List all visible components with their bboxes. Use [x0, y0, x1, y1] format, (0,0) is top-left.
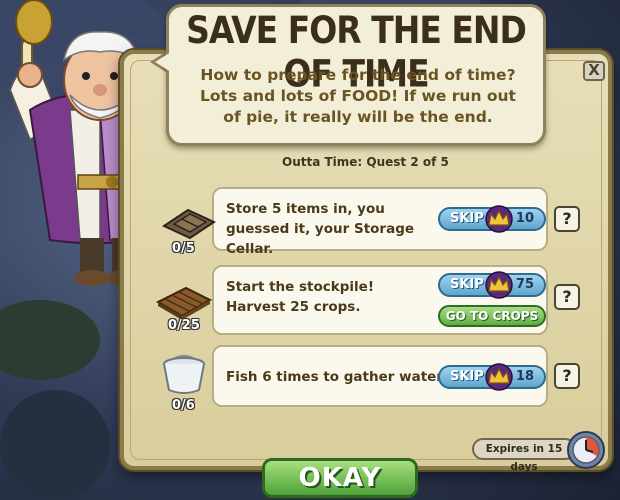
help-button[interactable]: ?	[554, 363, 580, 389]
skip-label: SKIP	[450, 369, 484, 384]
skip-cost: 75	[515, 277, 534, 292]
skip-cost: 10	[515, 211, 534, 226]
go-to-crops-button[interactable]: GO TO CROPS	[438, 305, 546, 327]
task-count: 0/5	[172, 241, 195, 256]
quest-progress: Outta Time: Quest 2 of 5	[282, 155, 449, 169]
task-description: Start the stockpile! Harvest 25 crops.	[226, 279, 374, 315]
crown-icon	[485, 205, 513, 233]
quest-message: How to prepare for the end of time? Lots…	[200, 66, 516, 126]
task-description: Fish 6 times to gather water.	[226, 369, 447, 385]
clock-icon	[567, 431, 605, 469]
background-shrub	[0, 300, 100, 380]
skip-button[interactable]: SKIP 75	[438, 271, 546, 299]
okay-button[interactable]: OKAY	[262, 458, 418, 498]
close-button[interactable]: X	[583, 61, 605, 81]
storage-cellar-icon	[161, 208, 216, 240]
skip-label: SKIP	[450, 277, 484, 292]
water-bucket-icon	[163, 355, 205, 394]
task-row: Start the stockpile! Harvest 25 crops. S…	[212, 265, 548, 335]
skip-label: SKIP	[450, 211, 484, 226]
background-shrub	[0, 390, 110, 500]
skip-button[interactable]: SKIP 10	[438, 205, 546, 233]
skip-cost: 18	[515, 369, 534, 384]
help-button[interactable]: ?	[554, 206, 580, 232]
task-row: Fish 6 times to gather water. SKIP 18	[212, 345, 548, 407]
bubble-tail-inner	[155, 52, 171, 72]
task-count: 0/6	[172, 398, 195, 413]
task-count: 0/25	[168, 318, 200, 333]
task-row: Store 5 items in, you guessed it, your S…	[212, 187, 548, 257]
task-description: Store 5 items in, you guessed it, your S…	[226, 201, 415, 257]
speech-bubble: SAVE FOR THE END OF TIME How to prepare …	[166, 4, 546, 146]
expires-badge: Expires in 15 days	[472, 438, 576, 473]
skip-button[interactable]: SKIP 18	[438, 363, 546, 391]
help-button[interactable]: ?	[554, 284, 580, 310]
crown-icon	[485, 363, 513, 391]
crown-icon	[485, 271, 513, 299]
